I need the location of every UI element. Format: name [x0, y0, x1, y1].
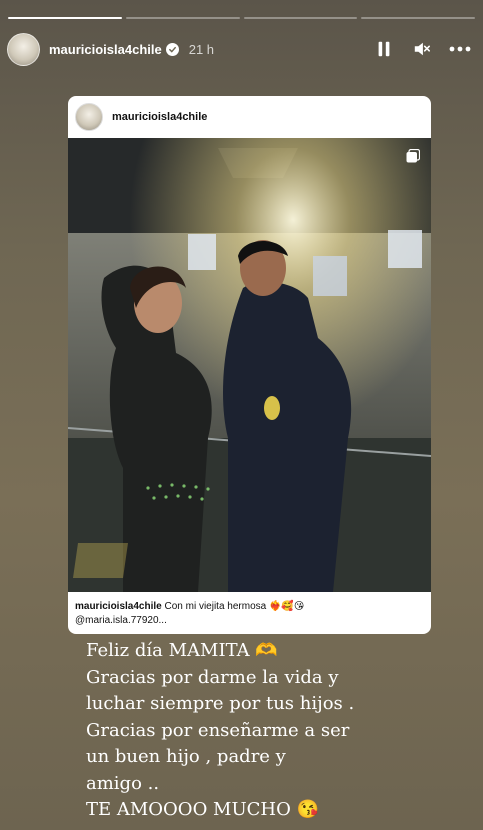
message-line: Gracias por enseñarme a ser	[86, 719, 350, 741]
caption-username: mauricioisla4chile	[75, 601, 162, 612]
caption-mention[interactable]: @maria.isla.77920...	[75, 615, 167, 626]
pause-icon	[378, 41, 390, 57]
message-line: amigo ..	[86, 772, 160, 794]
progress-fill	[8, 17, 122, 19]
caption-text: Con mi viejita hermosa ❤️‍🔥🥰😘	[164, 601, 305, 612]
shared-post-photo	[68, 138, 431, 592]
story-header: mauricioisla4chile 21 h	[7, 32, 471, 66]
username[interactable]: mauricioisla4chile	[49, 42, 162, 57]
message-line: Feliz día MAMITA 🫶	[86, 640, 278, 661]
more-options-button[interactable]	[449, 38, 471, 60]
message-line: Gracias por darme la vida y	[86, 666, 339, 688]
progress-segment	[125, 17, 240, 19]
progress-segment	[8, 17, 122, 19]
story-text-overlay: Feliz día MAMITA 🫶 Gracias por darme la …	[86, 638, 466, 824]
message-line: luchar siempre por tus hijos .	[86, 693, 355, 714]
more-icon	[449, 46, 471, 52]
speaker-muted-icon	[414, 42, 431, 56]
shared-post-card[interactable]: mauricioisla4chile mauricioisla4chile Co…	[68, 96, 431, 634]
avatar[interactable]	[7, 32, 40, 66]
concert-photo-illustration	[68, 138, 431, 592]
shared-post-caption: mauricioisla4chile Con mi viejita hermos…	[75, 600, 424, 628]
message-line: TE AMOOOO MUCHO 😘	[86, 799, 320, 820]
mute-button[interactable]	[411, 38, 433, 60]
progress-segment	[361, 17, 475, 19]
post-time: 21 h	[188, 41, 215, 57]
shared-post-avatar	[75, 103, 103, 131]
shared-post-header: mauricioisla4chile	[68, 96, 431, 138]
story-controls	[373, 38, 471, 60]
pause-button[interactable]	[373, 38, 395, 60]
shared-post-username: mauricioisla4chile	[112, 111, 208, 123]
story-progress-bar	[8, 17, 475, 19]
message-line: un buen hijo , padre y	[86, 746, 286, 767]
multiple-photos-icon	[406, 149, 420, 163]
progress-segment	[243, 17, 358, 19]
verified-badge-icon	[165, 42, 179, 56]
